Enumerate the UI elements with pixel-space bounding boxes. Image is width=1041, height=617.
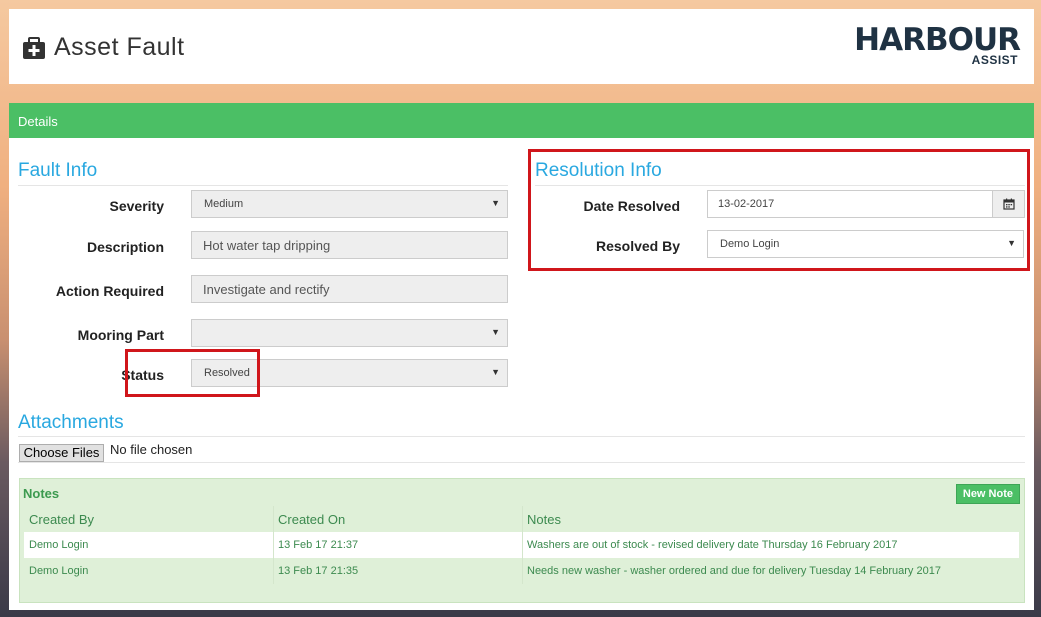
cell-note: Washers are out of stock - revised deliv… [527,539,898,551]
medkit-icon [23,37,45,59]
attachments-title: Attachments [18,412,124,433]
action-required-label: Action Required [55,283,164,299]
resolution-highlight-box [528,149,1030,271]
notes-table: Created By Created On Notes Demo Login 1… [24,506,1019,584]
attachments-rule [18,436,1025,437]
fault-info-rule [18,185,508,186]
logo-word: HARBOUR [854,22,1021,58]
mooring-part-select[interactable]: ▼ [191,319,508,347]
cell-created-on: 13 Feb 17 21:35 [278,565,359,577]
panel-heading: Details [9,103,1034,138]
cell-created-by: Demo Login [29,565,89,577]
page-header: Asset Fault HARBOUR ASSIST [9,9,1034,84]
attachments-bottom-rule [18,462,1025,463]
severity-label: Severity [109,198,164,214]
notes-title: Notes [23,486,60,501]
description-label: Description [86,239,164,255]
description-field[interactable]: Hot water tap dripping [191,231,508,259]
cell-note: Needs new washer - washer ordered and du… [527,565,941,577]
status-highlight-box [125,349,260,397]
action-required-field[interactable]: Investigate and rectify [191,275,508,303]
details-panel: Details Fault Info Severity Medium ▼ Des… [9,103,1034,610]
notes-panel: Notes New Note Created By Created On Not… [19,478,1025,603]
notes-header-row: Created By Created On Notes [24,506,1019,532]
column-header-created-by[interactable]: Created By [24,506,273,532]
table-row[interactable]: Demo Login 13 Feb 17 21:37 Washers are o… [24,532,1019,558]
chevron-down-icon: ▼ [491,327,500,337]
fault-info-title: Fault Info [18,160,98,181]
logo-sub: ASSIST [971,53,1018,67]
new-note-button[interactable]: New Note [955,484,1020,504]
page-title: Asset Fault [54,33,185,61]
severity-select[interactable]: Medium ▼ [191,190,508,218]
chevron-down-icon: ▼ [491,198,500,208]
choose-files-button[interactable]: Choose Files [19,444,104,462]
file-status-text: No file chosen [110,442,193,457]
column-header-notes[interactable]: Notes [522,506,1019,532]
severity-value: Medium [204,198,244,210]
column-header-created-on[interactable]: Created On [273,506,522,532]
chevron-down-icon: ▼ [491,367,500,377]
table-row[interactable]: Demo Login 13 Feb 17 21:35 Needs new was… [24,558,1019,584]
cell-created-on: 13 Feb 17 21:37 [278,539,359,551]
cell-created-by: Demo Login [29,539,89,551]
harbour-assist-logo: HARBOUR ASSIST [854,24,1021,68]
mooring-part-label: Mooring Part [77,327,164,343]
